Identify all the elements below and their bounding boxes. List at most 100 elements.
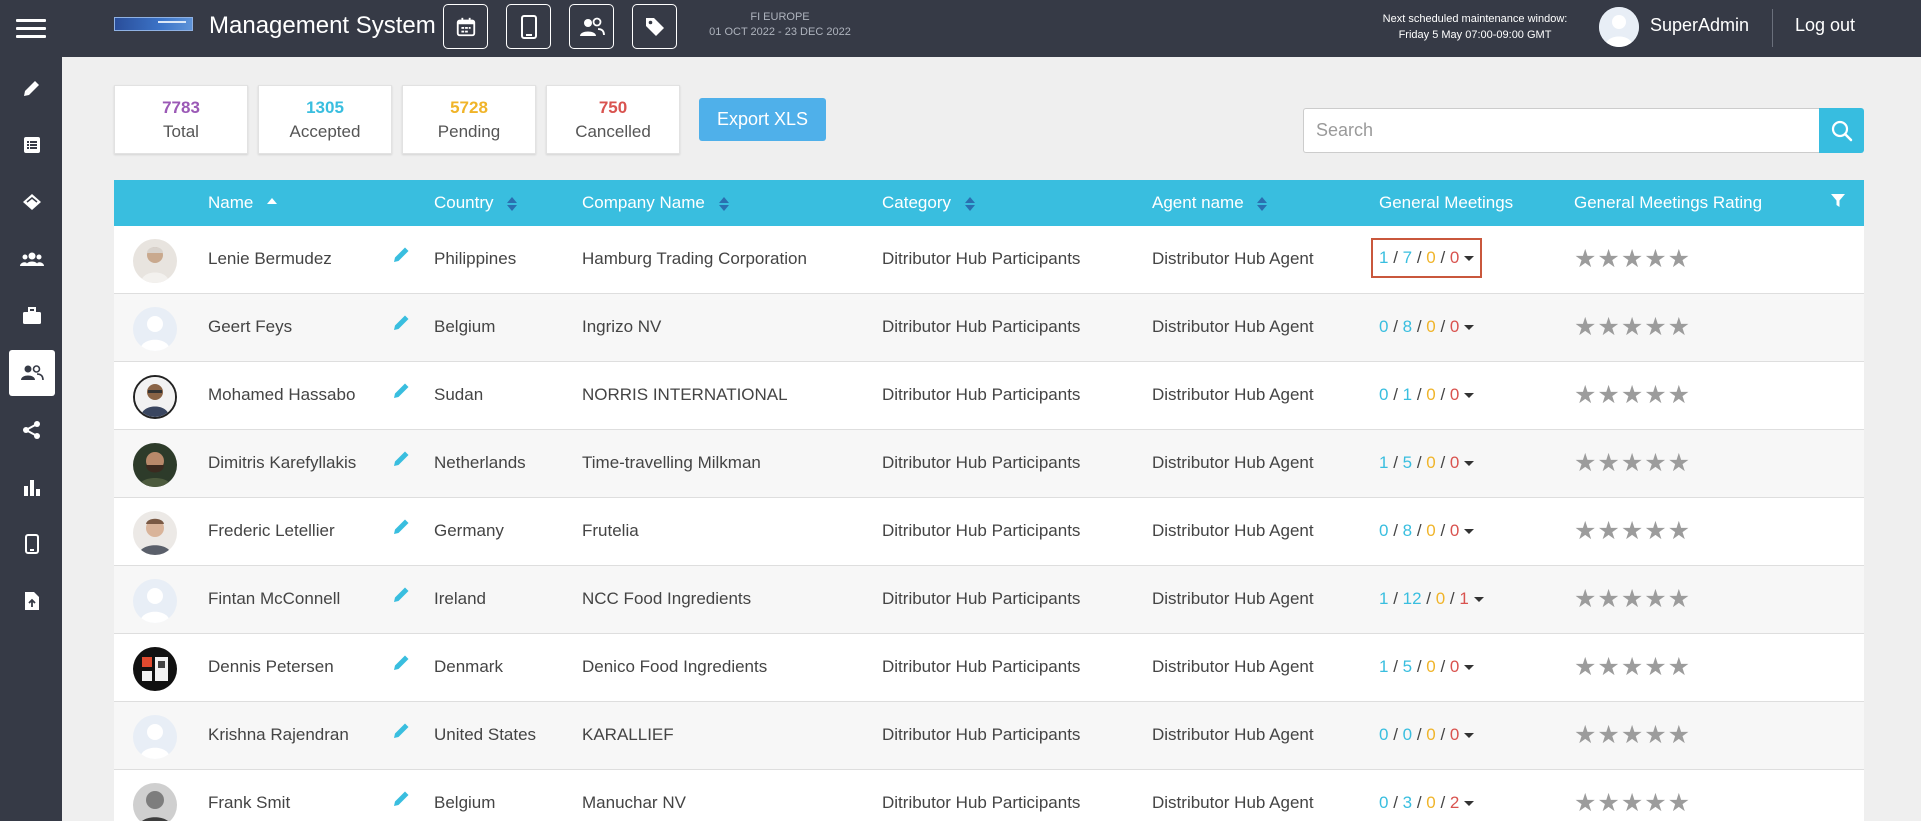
meetings-dropdown[interactable]: 0 / 0 / 0 / 0 xyxy=(1379,725,1475,745)
participant-name[interactable]: Mohamed Hassabo xyxy=(208,385,355,405)
share-icon xyxy=(23,421,40,439)
edit-pencil-icon[interactable] xyxy=(393,721,411,739)
column-header-country[interactable]: Country xyxy=(434,193,518,213)
event-name: FI EUROPE xyxy=(750,11,810,23)
stat-total[interactable]: 7783 Total xyxy=(114,85,248,154)
calendar-button[interactable] xyxy=(443,4,488,49)
meetings-pending: 0 xyxy=(1426,793,1436,812)
rating-stars[interactable]: ★★★★★ xyxy=(1574,788,1691,818)
agent-cell: Distributor Hub Agent xyxy=(1152,249,1314,268)
stat-accepted[interactable]: 1305 Accepted xyxy=(258,85,392,154)
table-header: Name Country Company Name Category Agent… xyxy=(114,180,1864,226)
stat-pending[interactable]: 5728 Pending xyxy=(402,85,536,154)
participant-name[interactable]: Fintan McConnell xyxy=(208,589,340,609)
rating-stars[interactable]: ★★★★★ xyxy=(1574,516,1691,546)
table-row[interactable]: Fintan McConnell Ireland NCC Food Ingred… xyxy=(114,566,1864,634)
edit-pencil-icon[interactable] xyxy=(393,245,411,263)
sidebar-item-share[interactable] xyxy=(9,407,55,453)
column-header-agent[interactable]: Agent name xyxy=(1152,193,1268,213)
edit-pencil-icon[interactable] xyxy=(393,381,411,399)
table-row[interactable]: Frederic Letellier Germany Frutelia Ditr… xyxy=(114,498,1864,566)
meetings-cancelled: 0 xyxy=(1449,317,1460,336)
rating-stars[interactable]: ★★★★★ xyxy=(1574,312,1691,342)
meetings-pending: 0 xyxy=(1426,248,1436,267)
mobile-button[interactable] xyxy=(506,4,551,49)
rating-stars[interactable]: ★★★★★ xyxy=(1574,380,1691,410)
meetings-dropdown[interactable]: 1 / 7 / 0 / 0 xyxy=(1370,238,1483,278)
column-header-rating: General Meetings Rating xyxy=(1574,193,1763,212)
table-row[interactable]: Geert Feys Belgium Ingrizo NV Ditributor… xyxy=(114,294,1864,362)
country-cell: Netherlands xyxy=(434,453,526,472)
group-icon xyxy=(20,252,44,266)
username[interactable]: SuperAdmin xyxy=(1650,15,1749,36)
sidebar-item-reports[interactable] xyxy=(9,464,55,510)
edit-pencil-icon[interactable] xyxy=(393,585,411,603)
country-cell: Belgium xyxy=(434,317,496,336)
users-button[interactable] xyxy=(569,4,614,49)
sidebar-item-exhibitors[interactable] xyxy=(9,293,55,339)
search-input[interactable] xyxy=(1303,108,1819,153)
sidebar-item-mobile[interactable] xyxy=(9,521,55,567)
column-header-name[interactable]: Name xyxy=(208,193,278,213)
table-row[interactable]: Lenie Bermudez Philippines Hamburg Tradi… xyxy=(114,226,1864,294)
filter-icon[interactable] xyxy=(1831,194,1845,208)
edit-pencil-icon[interactable] xyxy=(393,449,411,467)
table-row[interactable]: Dimitris Karefyllakis Netherlands Time-t… xyxy=(114,430,1864,498)
table-row[interactable]: Frank Smit Belgium Manuchar NV Ditributo… xyxy=(114,770,1864,821)
caret-down-icon xyxy=(1464,801,1475,807)
rating-stars[interactable]: ★★★★★ xyxy=(1574,448,1691,478)
edit-pencil-icon[interactable] xyxy=(393,313,411,331)
file-upload-icon xyxy=(25,592,39,610)
sidebar-item-partners[interactable] xyxy=(9,179,55,225)
brand-logo xyxy=(114,17,193,31)
table-row[interactable]: Krishna Rajendran United States KARALLIE… xyxy=(114,702,1864,770)
sidebar-item-participants[interactable] xyxy=(9,350,55,396)
meetings-dropdown[interactable]: 1 / 5 / 0 / 0 xyxy=(1379,657,1475,677)
sidebar-item-upload[interactable] xyxy=(9,578,55,624)
category-cell: Ditributor Hub Participants xyxy=(882,385,1081,404)
meetings-pending: 0 xyxy=(1426,521,1436,540)
rating-stars[interactable]: ★★★★★ xyxy=(1574,244,1691,274)
participant-name[interactable]: Geert Feys xyxy=(208,317,292,337)
export-xls-button[interactable]: Export XLS xyxy=(699,98,826,141)
participant-name[interactable]: Frederic Letellier xyxy=(208,521,335,541)
meetings-dropdown[interactable]: 0 / 1 / 0 / 0 xyxy=(1379,385,1475,405)
sidebar-item-groups[interactable] xyxy=(9,236,55,282)
company-cell: Time-travelling Milkman xyxy=(582,453,761,472)
participant-name[interactable]: Frank Smit xyxy=(208,793,290,813)
tags-button[interactable] xyxy=(632,4,677,49)
logout-link[interactable]: Log out xyxy=(1795,15,1855,36)
rating-stars[interactable]: ★★★★★ xyxy=(1574,584,1691,614)
meetings-dropdown[interactable]: 1 / 12 / 0 / 1 xyxy=(1379,589,1484,609)
edit-pencil-icon[interactable] xyxy=(393,653,411,671)
sort-icon xyxy=(507,196,518,211)
meetings-dropdown[interactable]: 0 / 8 / 0 / 0 xyxy=(1379,521,1475,541)
rating-stars[interactable]: ★★★★★ xyxy=(1574,720,1691,750)
stat-accepted-label: Accepted xyxy=(289,122,361,141)
sidebar-item-list[interactable] xyxy=(9,122,55,168)
divider xyxy=(1772,9,1773,47)
participant-name[interactable]: Lenie Bermudez xyxy=(208,249,332,269)
participant-name[interactable]: Dimitris Karefyllakis xyxy=(208,453,356,473)
column-header-category[interactable]: Category xyxy=(882,193,975,213)
column-header-company[interactable]: Company Name xyxy=(582,193,729,213)
caret-down-icon xyxy=(1464,393,1475,399)
participant-name[interactable]: Krishna Rajendran xyxy=(208,725,349,745)
meetings-dropdown[interactable]: 0 / 3 / 0 / 2 xyxy=(1379,793,1475,813)
user-avatar[interactable] xyxy=(1599,7,1639,47)
avatar xyxy=(133,239,177,283)
table-row[interactable]: Mohamed Hassabo Sudan NORRIS INTERNATION… xyxy=(114,362,1864,430)
rating-stars[interactable]: ★★★★★ xyxy=(1574,652,1691,682)
meetings-dropdown[interactable]: 0 / 8 / 0 / 0 xyxy=(1379,317,1475,337)
stat-cancelled[interactable]: 750 Cancelled xyxy=(546,85,680,154)
country-cell: Ireland xyxy=(434,589,486,608)
sidebar-item-edit[interactable] xyxy=(9,65,55,111)
menu-toggle-icon[interactable] xyxy=(0,0,62,57)
search-button[interactable] xyxy=(1819,108,1864,153)
edit-pencil-icon[interactable] xyxy=(393,517,411,535)
participant-name[interactable]: Dennis Petersen xyxy=(208,657,334,677)
country-cell: Belgium xyxy=(434,793,496,812)
meetings-dropdown[interactable]: 1 / 5 / 0 / 0 xyxy=(1379,453,1475,473)
table-row[interactable]: Dennis Petersen Denmark Denico Food Ingr… xyxy=(114,634,1864,702)
edit-pencil-icon[interactable] xyxy=(393,789,411,807)
